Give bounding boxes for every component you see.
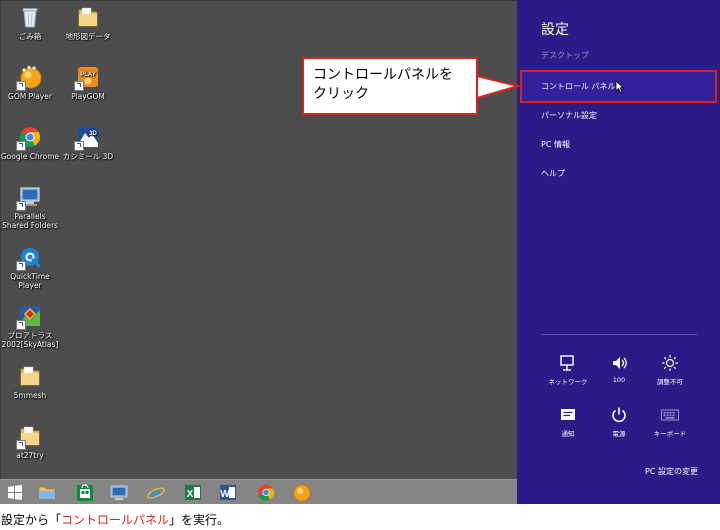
desktop-icon-proatlas[interactable]: プロアトラス 2002[SkyAtlas] <box>0 304 60 349</box>
svg-text:3D: 3D <box>89 131 97 137</box>
desktop-icon-topo-data[interactable]: 地形図データ <box>58 5 118 41</box>
start-button[interactable] <box>5 483 25 502</box>
desktop-icon-label: at27try <box>16 451 44 460</box>
quick-power[interactable]: 電源 <box>594 406 644 438</box>
panel-divider <box>541 334 697 335</box>
desktop-icon-label: Google Chrome <box>0 152 60 161</box>
quick-keyboard[interactable]: キーボード <box>645 406 695 438</box>
quick-label: 通知 <box>561 430 575 438</box>
quick-label: 100 <box>612 376 626 384</box>
desktop-icon-quicktime[interactable]: QuickTime Player <box>0 245 60 290</box>
settings-title: 設定 <box>541 22 569 38</box>
desktop-icon-label: ごみ箱 <box>18 32 42 41</box>
internet-explorer-icon: e <box>147 484 165 502</box>
start-icon <box>8 485 22 500</box>
settings-item-personalize[interactable]: パーソナル設定 <box>541 110 597 121</box>
chrome-icon <box>258 484 275 501</box>
desktop-icon-playgom[interactable]: PLAY PlayGOM <box>58 65 118 101</box>
notifications-icon <box>561 409 575 420</box>
quick-notifications[interactable]: 通知 <box>543 406 593 438</box>
quick-brightness[interactable]: 調整不可 <box>645 354 695 386</box>
caption-before: 設定から「 <box>1 513 62 527</box>
pc-settings-link[interactable]: PC 設定の変更 <box>645 466 698 477</box>
taskbar-gom-player[interactable] <box>292 483 312 502</box>
folder-icon <box>20 366 40 386</box>
file-explorer-icon <box>38 486 56 500</box>
recycle-bin-icon <box>22 8 38 28</box>
quick-label: 調整不可 <box>657 378 683 386</box>
gom-player-icon <box>293 484 311 502</box>
instruction-caption: 設定から「コントロールパネル」を実行。 <box>1 511 229 528</box>
desktop-icon-label: 地形図データ <box>65 32 111 41</box>
desktop-icon-label: GOM Player <box>8 92 52 101</box>
desktop-icon-kashmir-3d[interactable]: 3D カシミール 3D <box>58 125 118 161</box>
word-icon: W <box>220 485 236 500</box>
quick-label: 電源 <box>612 430 626 438</box>
desktop-icon-label: プロアトラス 2002[SkyAtlas] <box>1 331 59 349</box>
settings-item-help[interactable]: ヘルプ <box>541 168 565 179</box>
settings-item-label: コントロール パネル <box>541 82 616 91</box>
mouse-cursor-icon <box>615 80 624 93</box>
settings-item-pc-info[interactable]: PC 情報 <box>541 139 570 150</box>
power-icon <box>612 407 626 423</box>
desktop-icon-label: QuickTime Player <box>10 272 50 290</box>
desktop-icon-label: Parallels Shared Folders <box>2 212 58 230</box>
svg-text:e: e <box>151 484 162 502</box>
settings-charm-panel: 設定 デスクトップ コントロール パネル パーソナル設定 PC 情報 ヘルプ ネ… <box>517 0 720 504</box>
desktop-icon-google-chrome[interactable]: Google Chrome <box>0 125 60 161</box>
taskbar-excel[interactable]: X <box>183 483 203 502</box>
quick-label: キーボード <box>653 430 687 438</box>
svg-text:W: W <box>220 489 230 500</box>
excel-icon: X <box>185 485 201 500</box>
desktop-icon-parallels-shared[interactable]: Parallels Shared Folders <box>0 185 60 230</box>
desktop-icon-recycle-bin[interactable]: ごみ箱 <box>0 5 60 41</box>
desktop-icon-at27try[interactable]: at27try <box>0 424 60 460</box>
taskbar-word[interactable]: W <box>218 483 238 502</box>
volume-icon <box>613 357 627 369</box>
desktop-icon-5mmesh[interactable]: 5mmesh <box>0 364 60 400</box>
taskbar-store[interactable] <box>75 483 95 502</box>
taskbar-internet-explorer[interactable]: e <box>146 483 166 502</box>
taskbar-chrome[interactable] <box>256 483 276 502</box>
desktop-icon-gom-player[interactable]: GOM Player <box>0 65 60 101</box>
quick-volume[interactable]: 100 <box>594 354 644 384</box>
desktop-icon-label: カシミール 3D <box>62 152 114 161</box>
callout-tail <box>476 75 520 99</box>
callout-line2: クリック <box>313 86 369 102</box>
taskbar-file-explorer[interactable] <box>37 483 57 502</box>
callout-line1: コントロールパネルを <box>313 67 453 83</box>
desktop-screen: ごみ箱 地形図データ GOM Player PLAY PlayGOM Googl… <box>0 0 720 504</box>
caption-highlight: コントロールパネル <box>61 513 170 527</box>
taskbar: e X W <box>0 479 517 504</box>
callout-annotation: コントロールパネルを クリック <box>302 57 478 115</box>
quick-label: ネットワーク <box>548 378 588 386</box>
store-icon <box>77 484 93 501</box>
desktop-icon-label: PlayGOM <box>71 92 105 101</box>
quick-network[interactable]: ネットワーク <box>543 354 593 386</box>
caption-after: 」を実行。 <box>169 513 230 527</box>
remote-icon <box>110 485 128 500</box>
desktop-icon-label: 5mmesh <box>13 391 47 400</box>
svg-text:X: X <box>187 489 194 500</box>
keyboard-icon <box>661 409 679 421</box>
network-icon <box>560 355 574 371</box>
taskbar-remote[interactable] <box>109 483 129 502</box>
folder-icon <box>78 7 98 27</box>
brightness-icon <box>662 355 678 371</box>
settings-context-label: デスクトップ <box>541 51 589 60</box>
svg-text:PLAY: PLAY <box>80 72 95 78</box>
